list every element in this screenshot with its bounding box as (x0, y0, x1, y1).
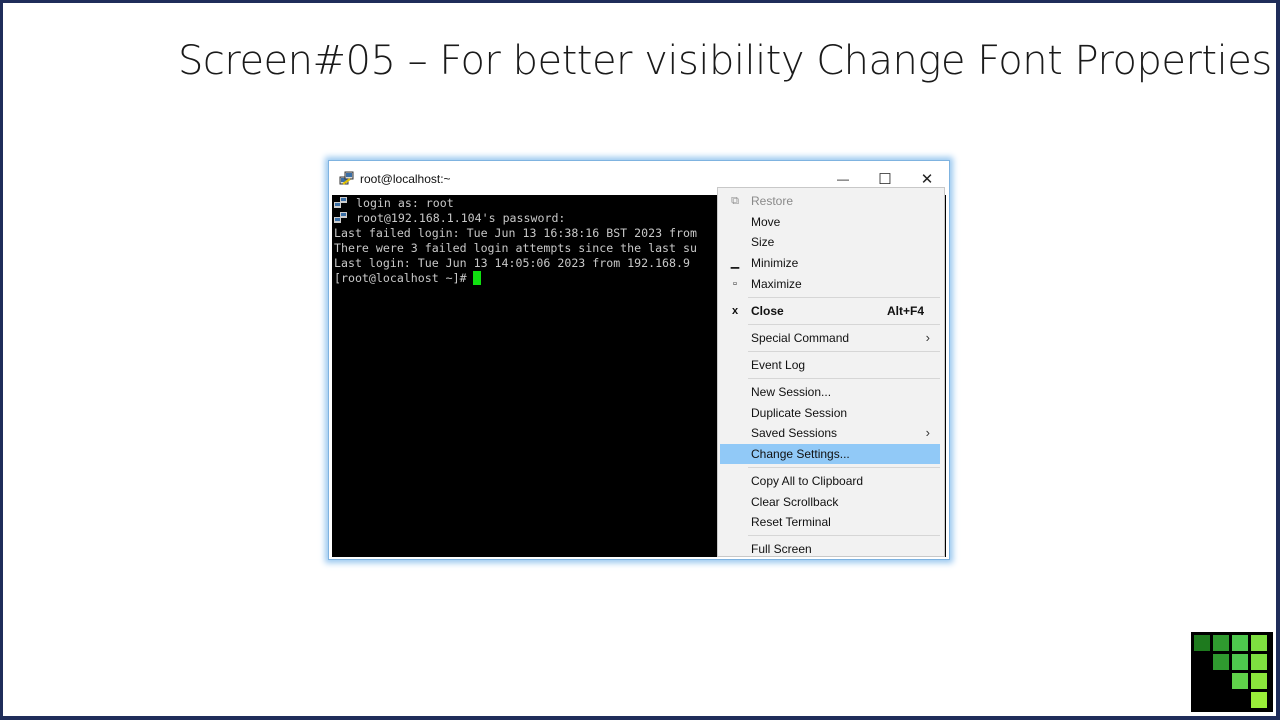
logo-block (1194, 635, 1210, 651)
menu-item-duplicate-session[interactable]: Duplicate Session (720, 403, 940, 423)
maximize-icon: ▫ (733, 278, 737, 290)
brand-logo (1191, 632, 1273, 712)
menu-item-special-command[interactable]: Special Command › (720, 328, 940, 348)
menu-item-new-session[interactable]: New Session... (720, 382, 940, 402)
menu-item-reset-terminal[interactable]: Reset Terminal (720, 512, 940, 532)
menu-item-change-settings[interactable]: Change Settings... (720, 444, 940, 464)
logo-block (1251, 692, 1267, 708)
putty-icon (334, 197, 348, 209)
menu-item-full-screen[interactable]: Full Screen (720, 539, 940, 556)
menu-item-copy-all[interactable]: Copy All to Clipboard (720, 471, 940, 491)
terminal-prompt: [root@localhost ~]# (334, 271, 467, 285)
menu-separator (748, 324, 940, 325)
terminal-line: root@192.168.1.104's password: (334, 211, 565, 226)
logo-block (1251, 635, 1267, 651)
slide-title: Screen#05 – For better visibility Change… (178, 38, 1272, 84)
close-icon: ✕ (920, 171, 934, 188)
close-shortcut: Alt+F4 (886, 304, 924, 318)
menu-separator (748, 351, 940, 352)
menu-item-minimize[interactable]: ▁ Minimize (720, 253, 940, 273)
submenu-arrow-icon: › (925, 425, 930, 440)
logo-block (1213, 635, 1229, 651)
putty-icon[interactable] (339, 171, 355, 187)
system-context-menu: ⧉ Restore Move Size ▁ Minimize ▫ Maximiz… (717, 187, 945, 557)
logo-block (1232, 673, 1248, 689)
menu-separator (748, 467, 940, 468)
menu-item-close[interactable]: x Close Alt+F4 (720, 301, 940, 321)
terminal-line: Last login: Tue Jun 13 14:05:06 2023 fro… (334, 256, 690, 270)
submenu-arrow-icon: › (925, 330, 930, 345)
logo-block (1213, 654, 1229, 670)
menu-item-saved-sessions[interactable]: Saved Sessions › (720, 423, 940, 443)
menu-separator (748, 378, 940, 379)
window-title: root@localhost:~ (360, 172, 451, 186)
terminal-cursor (472, 271, 481, 285)
terminal-line: There were 3 failed login attempts since… (334, 241, 697, 255)
menu-separator (748, 535, 940, 536)
restore-icon: ⧉ (731, 195, 739, 207)
logo-block (1232, 635, 1248, 651)
menu-item-move[interactable]: Move (720, 212, 940, 232)
terminal-line: Last failed login: Tue Jun 13 16:38:16 B… (334, 226, 697, 240)
logo-block (1251, 673, 1267, 689)
logo-block (1232, 654, 1248, 670)
menu-item-maximize[interactable]: ▫ Maximize (720, 274, 940, 294)
logo-block (1251, 654, 1267, 670)
minimize-icon: ▁ (730, 257, 740, 269)
close-icon: x (731, 305, 739, 317)
minimize-icon: — (837, 172, 849, 186)
menu-item-size[interactable]: Size (720, 232, 940, 252)
terminal-prompt-line: [root@localhost ~]# (334, 271, 481, 286)
menu-item-restore[interactable]: ⧉ Restore (720, 191, 940, 211)
menu-separator (748, 297, 940, 298)
maximize-icon: ☐ (878, 171, 892, 188)
putty-icon (334, 212, 348, 224)
menu-item-clear-scrollback[interactable]: Clear Scrollback (720, 492, 940, 512)
menu-item-event-log[interactable]: Event Log (720, 355, 940, 375)
terminal-line: login as: root (334, 196, 454, 211)
